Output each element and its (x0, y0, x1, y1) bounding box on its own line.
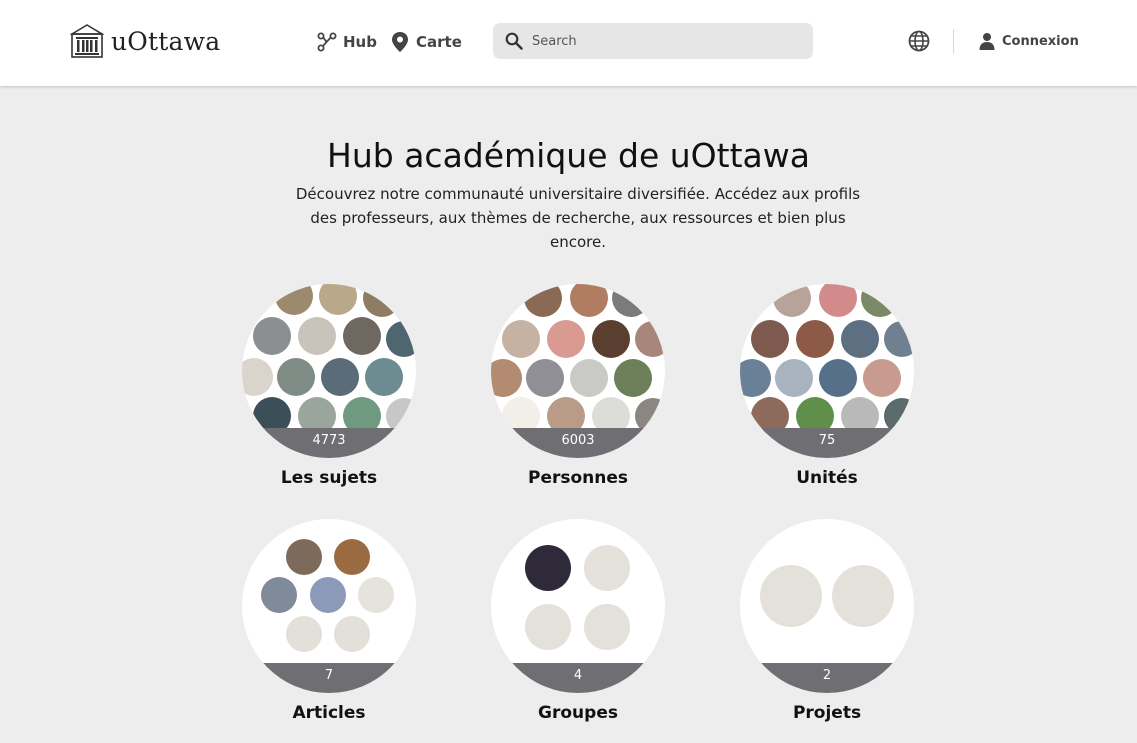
search-input[interactable] (532, 33, 792, 49)
globe-icon[interactable] (907, 29, 931, 53)
map-pin-icon (392, 32, 408, 52)
units-thumbnail-collage: 75 (740, 284, 914, 458)
groups-thumbnail-collage: 4 (491, 519, 665, 693)
uottawa-logo[interactable]: uOttawa (70, 22, 220, 60)
hub-icon (317, 32, 337, 52)
nav-hub-label: Hub (343, 33, 377, 51)
projects-thumbnail-collage: 2 (740, 519, 914, 693)
articles-count-badge: 7 (242, 663, 416, 693)
logo-wordmark: uOttawa (111, 26, 221, 56)
groups-count-badge: 4 (491, 663, 665, 693)
category-card-groups[interactable]: 4 Groupes (491, 519, 665, 729)
subjects-thumbnail-collage: 4773 (242, 284, 416, 458)
nav-map-link[interactable]: Carte (390, 28, 462, 56)
description-line-1: Découvrez notre communauté universitaire… (295, 185, 861, 203)
page-description: Découvrez notre communauté universitaire… (288, 182, 868, 254)
units-count-badge: 75 (740, 428, 914, 458)
university-logo-icon (70, 24, 104, 58)
category-card-people[interactable]: 6003 Personnes (491, 284, 665, 494)
subjects-count-badge: 4773 (242, 428, 416, 458)
people-label: Personnes (527, 468, 629, 488)
description-line-2: des professeurs, aux thèmes de recherche… (310, 209, 846, 251)
articles-thumbnail-collage: 7 (242, 519, 416, 693)
user-icon (979, 33, 995, 50)
projects-count-badge: 2 (740, 663, 914, 693)
nav-map-label: Carte (416, 33, 462, 51)
search-box[interactable] (493, 23, 813, 59)
category-card-subjects[interactable]: 4773 Les sujets (242, 284, 416, 494)
site-header: uOttawa Hub Carte C (0, 0, 1137, 86)
articles-label: Articles (292, 703, 366, 723)
category-card-units[interactable]: 75 Unités (740, 284, 914, 494)
login-button[interactable]: Connexion (979, 30, 1079, 52)
header-divider (953, 29, 954, 54)
groups-label: Groupes (538, 703, 618, 723)
category-card-articles[interactable]: 7 Articles (242, 519, 416, 729)
search-icon (505, 32, 523, 50)
units-label: Unités (796, 468, 858, 488)
subjects-label: Les sujets (280, 468, 378, 488)
login-label: Connexion (1002, 33, 1079, 49)
people-count-badge: 6003 (491, 428, 665, 458)
category-card-projects[interactable]: 2 Projets (740, 519, 914, 729)
page-title: Hub académique de uOttawa (327, 136, 810, 175)
projects-label: Projets (792, 703, 862, 723)
people-thumbnail-collage: 6003 (491, 284, 665, 458)
nav-hub-link[interactable]: Hub (317, 28, 377, 56)
